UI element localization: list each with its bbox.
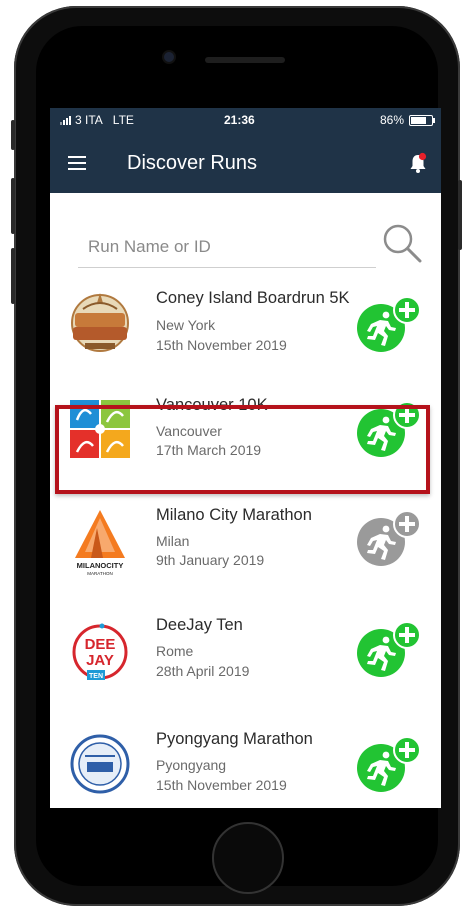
bell-icon[interactable]: [409, 152, 427, 174]
svg-text:DEE: DEE: [85, 636, 116, 653]
battery-percent: 86%: [379, 113, 404, 127]
mute-switch: [11, 120, 15, 150]
power-button: [458, 180, 462, 250]
svg-text:JAY: JAY: [86, 652, 114, 669]
svg-text:MILANOCITY: MILANOCITY: [77, 561, 124, 570]
volume-up-button: [11, 178, 15, 234]
page-title: Discover Runs: [127, 152, 258, 174]
clock: 21:36: [224, 113, 255, 127]
run-city: New York: [156, 317, 216, 333]
run-date: 15th November 2019: [156, 337, 287, 353]
home-button[interactable]: [212, 822, 284, 894]
search-bar: [50, 193, 441, 275]
run-city: Rome: [156, 643, 194, 659]
selected-run-highlight: [55, 405, 430, 494]
svg-text:MARATHON: MARATHON: [87, 571, 112, 576]
battery-icon: [409, 114, 435, 126]
run-city: Pyongyang: [156, 757, 227, 773]
add-run-button-disabled[interactable]: [353, 510, 423, 568]
pyongyang-marathon-logo: [70, 734, 130, 794]
search-input[interactable]: [78, 233, 376, 268]
front-camera: [162, 50, 176, 64]
milano-city-marathon-logo: MILANOCITY MARATHON: [75, 510, 125, 576]
volume-down-button: [11, 248, 15, 304]
run-item[interactable]: Pyongyang Marathon Pyongyang 15th Novemb…: [50, 724, 441, 808]
coney-island-brewing-logo: [71, 293, 129, 352]
add-run-button[interactable]: [353, 296, 423, 354]
run-name: Milano City Marathon: [156, 506, 312, 524]
svg-text:TEN: TEN: [89, 673, 103, 680]
run-item[interactable]: Coney Island Boardrun 5K New York 15th N…: [50, 275, 441, 390]
run-item[interactable]: MILANOCITY MARATHON Milano City Marathon…: [50, 502, 441, 617]
deejay-ten-logo: DEE JAY TEN: [72, 623, 128, 680]
run-date: 28th April 2019: [156, 663, 250, 679]
earpiece-speaker: [205, 57, 285, 63]
carrier-name: 3 ITA: [75, 113, 103, 127]
run-name: Pyongyang Marathon: [156, 730, 313, 748]
add-run-button[interactable]: [353, 621, 423, 679]
run-name: DeeJay Ten: [156, 616, 243, 634]
run-item[interactable]: DEE JAY TEN DeeJay Ten Rome 28th April 2…: [50, 612, 441, 727]
search-icon[interactable]: [380, 221, 426, 267]
status-bar: 3 ITA LTE 21:36 86%: [50, 108, 441, 132]
run-city: Milan: [156, 533, 190, 549]
app-screen: 3 ITA LTE 21:36 86% Discover Runs Run Na…: [50, 108, 441, 808]
notification-dot: [418, 152, 427, 161]
add-run-button[interactable]: [353, 736, 423, 794]
app-header: Discover Runs: [50, 132, 441, 193]
run-date: 9th January 2019: [156, 552, 265, 568]
network-type: LTE: [112, 113, 134, 127]
run-date: 15th November 2019: [156, 777, 287, 793]
hamburger-menu-icon[interactable]: [68, 156, 86, 170]
run-name: Coney Island Boardrun 5K: [156, 289, 350, 307]
signal-strength-icon: [60, 115, 71, 125]
